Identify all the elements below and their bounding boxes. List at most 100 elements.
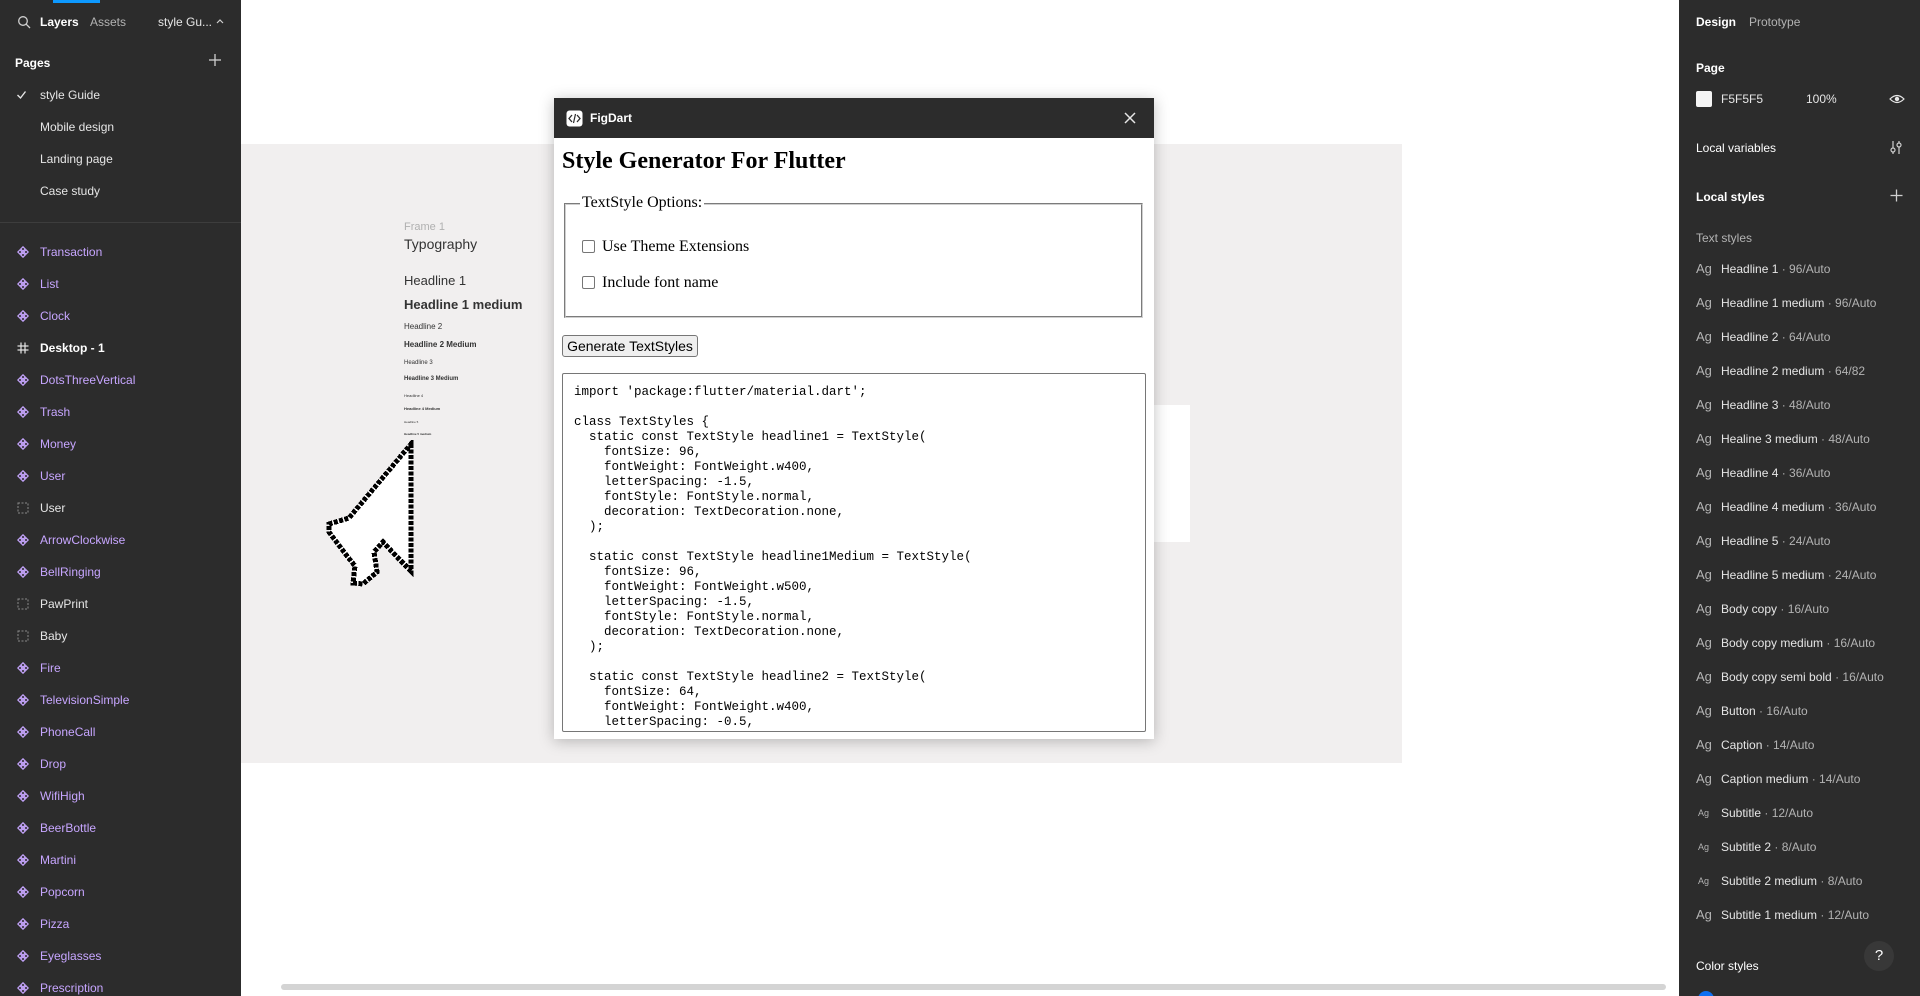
text-style-item[interactable]: Ag Subtitle 2 · 8/Auto — [1679, 833, 1920, 861]
text-style-label[interactable]: Headline 4 · 36/Auto — [1721, 466, 1830, 480]
generated-code[interactable]: import 'package:flutter/material.dart'; … — [574, 385, 1134, 730]
page-opacity-value[interactable]: 100% — [1806, 92, 1837, 106]
text-style-item[interactable]: Ag Headline 5 medium · 24/Auto — [1679, 561, 1920, 589]
layer-label[interactable]: Popcorn — [40, 885, 85, 899]
text-style-name[interactable]: Subtitle — [1721, 806, 1761, 820]
page-color-value[interactable]: F5F5F5 — [1721, 92, 1763, 106]
option-label[interactable]: Include font name — [602, 274, 718, 292]
tab-assets[interactable]: Assets — [90, 15, 126, 29]
help-button[interactable]: ? — [1864, 941, 1894, 971]
color-style-swatch[interactable] — [1698, 991, 1714, 996]
search-icon[interactable] — [17, 15, 31, 29]
text-style-item[interactable]: Ag Body copy medium · 16/Auto — [1679, 629, 1920, 657]
layer-label[interactable]: User — [40, 501, 65, 515]
tab-layers[interactable]: Layers — [40, 15, 79, 29]
text-style-name[interactable]: Caption — [1721, 738, 1762, 752]
tab-prototype[interactable]: Prototype — [1749, 15, 1800, 29]
layer-item[interactable]: Pizza — [0, 908, 241, 940]
page-label[interactable]: Case study — [40, 184, 100, 198]
add-style-plus-icon[interactable] — [1890, 189, 1903, 202]
layer-item[interactable]: Martini — [0, 844, 241, 876]
layer-label[interactable]: Pizza — [40, 917, 69, 931]
layer-label[interactable]: ArrowClockwise — [40, 533, 125, 547]
layer-label[interactable]: PawPrint — [40, 597, 88, 611]
layer-item[interactable]: Desktop - 1 — [0, 332, 241, 364]
text-style-label[interactable]: Headline 2 medium · 64/82 — [1721, 364, 1865, 378]
text-style-name[interactable]: Button — [1721, 704, 1756, 718]
layer-label[interactable]: Money — [40, 437, 76, 451]
text-style-name[interactable]: Body copy semi bold — [1721, 670, 1832, 684]
text-style-item[interactable]: Ag Headline 4 · 36/Auto — [1679, 459, 1920, 487]
layer-label[interactable]: Fire — [40, 661, 61, 675]
text-style-item[interactable]: Ag Headline 4 medium · 36/Auto — [1679, 493, 1920, 521]
text-style-label[interactable]: Subtitle 2 · 8/Auto — [1721, 840, 1816, 854]
text-style-item[interactable]: Ag Body copy · 16/Auto — [1679, 595, 1920, 623]
plugin-titlebar[interactable]: FigDart — [554, 98, 1154, 138]
include-font-name-checkbox[interactable] — [582, 276, 595, 289]
text-style-label[interactable]: Headline 5 · 24/Auto — [1721, 534, 1830, 548]
page-item[interactable]: Mobile design — [0, 114, 241, 140]
text-style-label[interactable]: Body copy semi bold · 16/Auto — [1721, 670, 1884, 684]
text-style-name[interactable]: Body copy — [1721, 602, 1777, 616]
typography-sample[interactable]: Headline 5 — [404, 420, 418, 424]
typography-sample[interactable]: Headline 4 — [404, 393, 423, 398]
text-style-item[interactable]: Ag Headline 1 medium · 96/Auto — [1679, 289, 1920, 317]
generate-textstyles-button[interactable]: Generate TextStyles — [562, 335, 698, 357]
text-style-name[interactable]: Healine 3 medium — [1721, 432, 1818, 446]
option-label[interactable]: Use Theme Extensions — [602, 238, 749, 256]
typography-sample[interactable]: Headline 2 — [404, 322, 442, 331]
page-item[interactable]: style Guide — [0, 82, 241, 108]
text-style-item[interactable]: Ag Headline 1 · 96/Auto — [1679, 255, 1920, 283]
typography-sample[interactable]: Headline 1 medium — [404, 297, 522, 312]
text-style-label[interactable]: Body copy · 16/Auto — [1721, 602, 1829, 616]
text-style-name[interactable]: Headline 2 medium — [1721, 364, 1824, 378]
tab-design[interactable]: Design — [1696, 15, 1736, 29]
typography-sample[interactable]: Headline 5 medium — [404, 432, 431, 436]
layer-item[interactable]: User — [0, 460, 241, 492]
layer-item[interactable]: Clock — [0, 300, 241, 332]
layer-item[interactable]: BellRinging — [0, 556, 241, 588]
layer-item[interactable]: PawPrint — [0, 588, 241, 620]
text-style-name[interactable]: Subtitle 2 — [1721, 840, 1771, 854]
text-style-item[interactable]: Ag Subtitle 2 medium · 8/Auto — [1679, 867, 1920, 895]
layer-label[interactable]: Baby — [40, 629, 67, 643]
text-style-name[interactable]: Headline 2 — [1721, 330, 1778, 344]
text-style-label[interactable]: Headline 5 medium · 24/Auto — [1721, 568, 1876, 582]
layer-item[interactable]: User — [0, 492, 241, 524]
text-style-label[interactable]: Headline 3 · 48/Auto — [1721, 398, 1830, 412]
layer-item[interactable]: Eyeglasses — [0, 940, 241, 972]
page-label[interactable]: Landing page — [40, 152, 113, 166]
layer-item[interactable]: Trash — [0, 396, 241, 428]
layer-item[interactable]: ArrowClockwise — [0, 524, 241, 556]
layer-item[interactable]: WifiHigh — [0, 780, 241, 812]
page-label[interactable]: Mobile design — [40, 120, 114, 134]
text-style-item[interactable]: Ag Button · 16/Auto — [1679, 697, 1920, 725]
file-name[interactable]: style Gu... — [158, 15, 212, 29]
typography-sample[interactable]: Headline 3 Medium — [404, 376, 458, 382]
typography-sample[interactable]: Headline 1 — [404, 273, 466, 288]
layer-item[interactable]: Baby — [0, 620, 241, 652]
layer-label[interactable]: Transaction — [40, 245, 102, 259]
layer-label[interactable]: Trash — [40, 405, 70, 419]
typography-sample[interactable]: Headline 4 Medium — [404, 406, 440, 411]
layer-label[interactable]: BellRinging — [40, 565, 101, 579]
text-style-label[interactable]: Caption · 14/Auto — [1721, 738, 1814, 752]
text-style-label[interactable]: Caption medium · 14/Auto — [1721, 772, 1860, 786]
layer-item[interactable]: BeerBottle — [0, 812, 241, 844]
layer-label[interactable]: Prescription — [40, 981, 103, 995]
text-style-label[interactable]: Button · 16/Auto — [1721, 704, 1808, 718]
layer-label[interactable]: Martini — [40, 853, 76, 867]
layer-label[interactable]: Drop — [40, 757, 66, 771]
layer-label[interactable]: Clock — [40, 309, 70, 323]
layer-item[interactable]: Fire — [0, 652, 241, 684]
text-style-label[interactable]: Headline 1 medium · 96/Auto — [1721, 296, 1876, 310]
text-style-item[interactable]: Ag Body copy semi bold · 16/Auto — [1679, 663, 1920, 691]
typography-sample[interactable]: Headline 2 Medium — [404, 340, 476, 349]
layer-label[interactable]: List — [40, 277, 59, 291]
text-style-label[interactable]: Healine 3 medium · 48/Auto — [1721, 432, 1870, 446]
code-output[interactable]: import 'package:flutter/material.dart'; … — [562, 373, 1146, 732]
layer-label[interactable]: PhoneCall — [40, 725, 95, 739]
text-style-name[interactable]: Headline 3 — [1721, 398, 1778, 412]
layer-item[interactable]: Money — [0, 428, 241, 460]
text-style-name[interactable]: Subtitle 1 medium — [1721, 908, 1817, 922]
